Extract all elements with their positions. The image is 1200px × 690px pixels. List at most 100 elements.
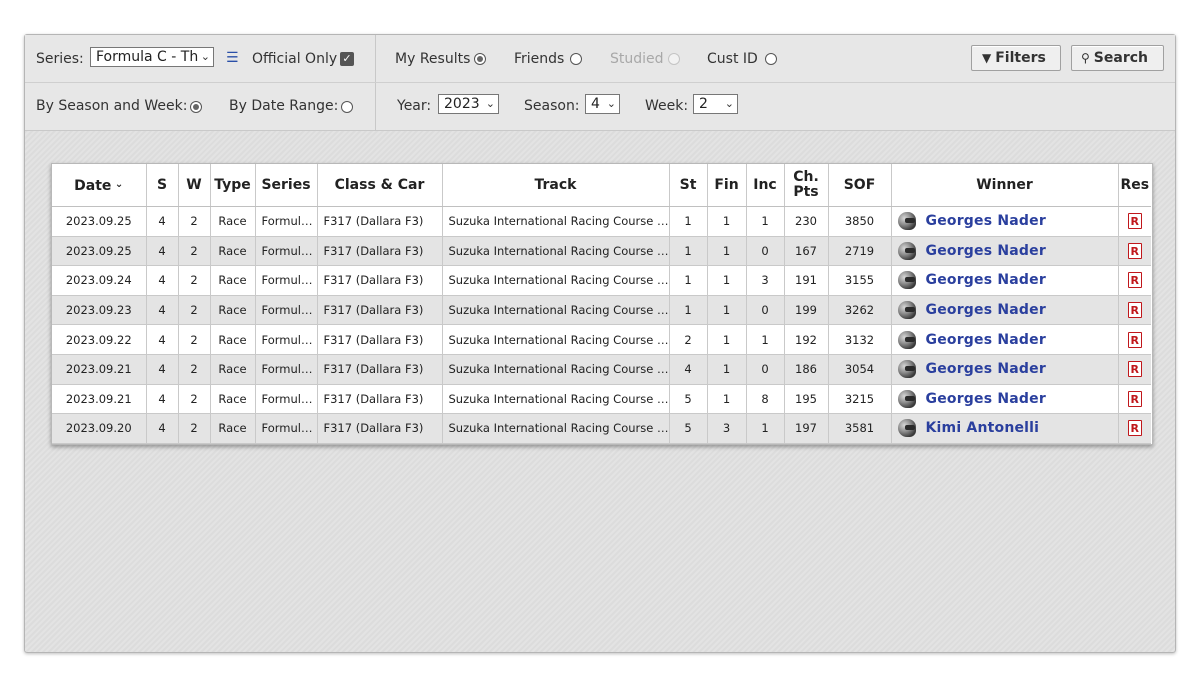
winner-name-link[interactable]: Kimi Antonelli (926, 420, 1040, 436)
cell-finish: 1 (707, 295, 747, 326)
table-row[interactable]: 2023.09.2542RaceFormula C - The DallaraF… (52, 206, 1151, 237)
results-report-icon[interactable]: R (1127, 331, 1142, 348)
search-icon: ⚲ (1081, 51, 1090, 65)
cell-date: 2023.09.20 (52, 413, 147, 444)
results-table-container: Date ⌄ S W Type Series Class & Car Track… (51, 163, 1153, 445)
col-track[interactable]: Track (442, 164, 670, 207)
cell-finish: 1 (707, 265, 747, 296)
results-report-icon[interactable]: R (1127, 242, 1142, 259)
list-icon[interactable]: ☰ (226, 51, 239, 65)
cell-type: Race (210, 295, 256, 326)
series-select-value: Formula C - Th (96, 49, 199, 65)
cell-season: 4 (146, 413, 179, 444)
winner-container: Georges Nader (892, 212, 1118, 231)
cust-id-label: Cust ID (707, 51, 758, 67)
cell-date: 2023.09.22 (52, 324, 147, 355)
cell-incidents: 1 (746, 324, 785, 355)
cell-type: Race (210, 236, 256, 267)
winner-name-link[interactable]: Georges Nader (926, 272, 1046, 288)
table-row[interactable]: 2023.09.2542RaceFormula C - The DallaraF… (52, 236, 1151, 267)
friends-radio[interactable] (570, 53, 582, 65)
cell-start: 2 (669, 324, 708, 355)
chevron-down-icon: ⌄ (722, 95, 734, 113)
col-champ-points-line2: Pts (793, 184, 819, 200)
chevron-down-icon: ⌄ (198, 48, 210, 66)
cell-results: R (1118, 265, 1151, 296)
cell-class-car: F317 (Dallara F3) (317, 295, 443, 326)
winner-container: Georges Nader (892, 389, 1118, 408)
cell-winner: Georges Nader (891, 324, 1119, 355)
col-type[interactable]: Type (210, 164, 256, 207)
results-report-icon[interactable]: R (1127, 420, 1142, 437)
search-button[interactable]: ⚲ Search (1071, 45, 1164, 71)
cell-week: 2 (178, 265, 211, 296)
results-table: Date ⌄ S W Type Series Class & Car Track… (52, 164, 1151, 444)
table-row[interactable]: 2023.09.2142RaceFormula C - The DallaraF… (52, 384, 1151, 415)
results-report-icon[interactable]: R (1127, 213, 1142, 230)
col-week[interactable]: W (178, 164, 211, 207)
cell-champ-points: 191 (784, 265, 829, 296)
col-sof[interactable]: SOF (828, 164, 892, 207)
week-select-value: 2 (699, 96, 708, 112)
winner-name-link[interactable]: Georges Nader (926, 332, 1046, 348)
by-season-week-radio[interactable] (190, 101, 202, 113)
official-only-checkbox[interactable]: ✓ (340, 52, 354, 66)
col-results[interactable]: Res (1118, 164, 1151, 207)
col-incidents[interactable]: Inc (746, 164, 785, 207)
results-report-icon[interactable]: R (1127, 302, 1142, 319)
table-row[interactable]: 2023.09.2042RaceFormula C - The DallaraF… (52, 413, 1151, 444)
table-row[interactable]: 2023.09.2142RaceFormula C - The DallaraF… (52, 354, 1151, 385)
table-row[interactable]: 2023.09.2442RaceFormula C - The DallaraF… (52, 265, 1151, 296)
results-report-icon[interactable]: R (1127, 361, 1142, 378)
filter-toolbar: Series: Formula C - Th ⌄ ☰ Official Only… (25, 35, 1175, 131)
by-date-range-radio[interactable] (341, 101, 353, 113)
winner-name-link[interactable]: Georges Nader (926, 391, 1046, 407)
winner-name-link[interactable]: Georges Nader (926, 213, 1046, 229)
results-panel: Series: Formula C - Th ⌄ ☰ Official Only… (24, 34, 1176, 653)
cell-type: Race (210, 206, 256, 237)
results-report-icon[interactable]: R (1127, 390, 1142, 407)
cust-id-radio[interactable] (765, 53, 777, 65)
col-season[interactable]: S (146, 164, 179, 207)
cell-champ-points: 197 (784, 413, 829, 444)
table-row[interactable]: 2023.09.2242RaceFormula C - The DallaraF… (52, 324, 1151, 355)
cell-track: Suzuka International Racing Course - Gra… (442, 413, 670, 444)
winner-name-link[interactable]: Georges Nader (926, 302, 1046, 318)
season-select[interactable]: 4 ⌄ (585, 94, 620, 114)
col-winner[interactable]: Winner (891, 164, 1119, 207)
cell-class-car: F317 (Dallara F3) (317, 206, 443, 237)
cell-track: Suzuka International Racing Course - Gra… (442, 384, 670, 415)
cell-track: Suzuka International Racing Course - Gra… (442, 354, 670, 385)
cell-season: 4 (146, 206, 179, 237)
cell-winner: Georges Nader (891, 265, 1119, 296)
cell-type: Race (210, 384, 256, 415)
col-champ-points[interactable]: Ch. Pts (784, 164, 829, 207)
col-series[interactable]: Series (255, 164, 318, 207)
table-row[interactable]: 2023.09.2342RaceFormula C - The DallaraF… (52, 295, 1151, 326)
winner-name-link[interactable]: Georges Nader (926, 361, 1046, 377)
helmet-icon (897, 360, 916, 379)
chevron-down-icon: ⌄ (604, 95, 616, 113)
cell-champ-points: 192 (784, 324, 829, 355)
results-report-icon[interactable]: R (1127, 272, 1142, 289)
cell-date: 2023.09.25 (52, 236, 147, 267)
cell-track: Suzuka International Racing Course - Gra… (442, 324, 670, 355)
col-class-car[interactable]: Class & Car (317, 164, 443, 207)
col-start[interactable]: St (669, 164, 708, 207)
filters-button[interactable]: ▼ Filters (971, 45, 1061, 71)
cell-sof: 3581 (828, 413, 892, 444)
series-select[interactable]: Formula C - Th ⌄ (90, 47, 214, 67)
winner-name-link[interactable]: Georges Nader (926, 243, 1046, 259)
cell-champ-points: 167 (784, 236, 829, 267)
my-results-radio[interactable] (474, 53, 486, 65)
year-select[interactable]: 2023 ⌄ (438, 94, 499, 114)
col-finish[interactable]: Fin (707, 164, 747, 207)
cell-season: 4 (146, 295, 179, 326)
cell-finish: 1 (707, 384, 747, 415)
cell-results: R (1118, 324, 1151, 355)
cell-week: 2 (178, 206, 211, 237)
week-select[interactable]: 2 ⌄ (693, 94, 738, 114)
col-date[interactable]: Date ⌄ (52, 164, 147, 207)
cell-champ-points: 199 (784, 295, 829, 326)
my-results-label: My Results (395, 51, 471, 67)
